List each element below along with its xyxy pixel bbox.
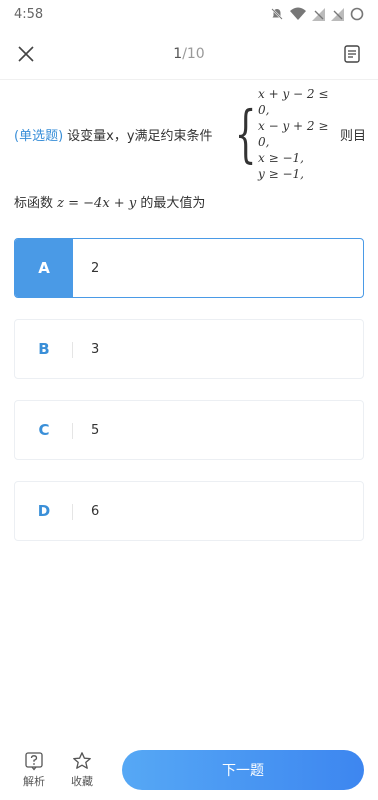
notifications-off-icon	[271, 8, 283, 20]
option-b-value: 3	[91, 341, 100, 357]
constraint-list: x + y − 2 ≤ 0, x − y + 2 ≥ 0, x ≥ −1, y …	[258, 86, 338, 182]
objective-function: z = −4x + y	[57, 196, 137, 211]
close-icon	[18, 45, 34, 62]
option-a-letter: A	[15, 239, 73, 297]
option-c[interactable]: C 5	[14, 400, 364, 460]
question-progress: 1/10	[173, 46, 204, 62]
star-icon	[73, 752, 91, 769]
signal-off-icon	[312, 7, 325, 21]
constraint-system: { x + y − 2 ≤ 0, x − y + 2 ≥ 0, x ≥ −1, …	[217, 86, 338, 182]
constraint-4: y ≥ −1,	[258, 167, 304, 181]
question-type-label: (单选题)	[14, 128, 64, 144]
wifi-icon	[290, 7, 306, 20]
next-question-button[interactable]: 下一题	[122, 750, 364, 790]
answer-sheet-button[interactable]	[340, 42, 364, 66]
analysis-button[interactable]: 解析	[14, 751, 54, 789]
question-line2-post: 的最大值为	[140, 196, 206, 211]
favorite-button[interactable]: 收藏	[62, 751, 102, 789]
bottom-toolbar: 解析 收藏 下一题	[0, 740, 378, 800]
battery-ring-icon	[350, 7, 364, 21]
question-line-1: (单选题) 设变量x，y满足约束条件 { x + y − 2 ≤ 0, x − …	[14, 87, 366, 181]
question-mark-icon	[25, 752, 43, 771]
option-b-letter: B	[15, 320, 73, 378]
question-stem: (单选题) 设变量x，y满足约束条件 { x + y − 2 ≤ 0, x − …	[14, 87, 366, 211]
left-brace: {	[234, 97, 256, 170]
constraint-2: x − y + 2 ≥ 0,	[258, 119, 329, 149]
option-d-letter: D	[15, 482, 73, 540]
question-prefix: 设变量x，y满足约束条件	[67, 128, 213, 144]
answer-sheet-icon	[344, 44, 360, 63]
status-icons	[270, 7, 364, 21]
question-line-2: 标函数 z = −4x + y 的最大值为	[14, 192, 366, 211]
close-button[interactable]	[14, 42, 38, 66]
option-a-value: 2	[91, 260, 100, 276]
nav-bar: 1/10	[0, 28, 378, 80]
option-d[interactable]: D 6	[14, 481, 364, 541]
constraint-1: x + y − 2 ≤ 0,	[258, 87, 329, 117]
favorite-label: 收藏	[71, 775, 93, 788]
question-suffix: 则目	[339, 128, 366, 144]
question-line2-pre: 标函数	[14, 196, 54, 211]
constraint-3: x ≥ −1,	[258, 151, 304, 165]
option-a[interactable]: A 2	[14, 238, 364, 298]
signal-off-icon-2	[331, 7, 344, 21]
option-b[interactable]: B 3	[14, 319, 364, 379]
progress-total: /10	[182, 45, 205, 62]
status-time: 4:58	[14, 6, 44, 22]
analysis-label: 解析	[23, 775, 45, 788]
option-c-letter: C	[15, 401, 73, 459]
option-d-value: 6	[91, 503, 100, 519]
status-bar: 4:58	[0, 0, 378, 28]
option-c-value: 5	[91, 422, 100, 438]
progress-current: 1	[173, 45, 183, 62]
